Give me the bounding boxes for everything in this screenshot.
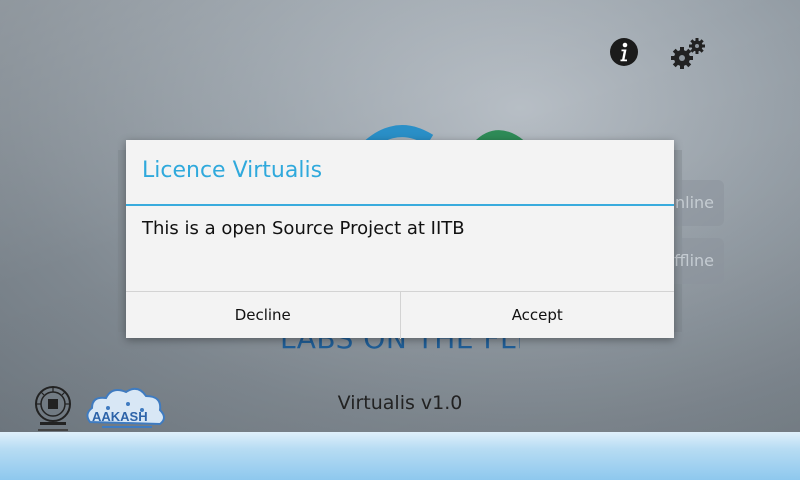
title-divider (126, 204, 674, 206)
info-icon[interactable] (608, 36, 640, 68)
accept-button[interactable]: Accept (401, 292, 675, 339)
version-label: Virtualis v1.0 (337, 392, 463, 414)
iitb-logo (35, 386, 71, 431)
licence-dialog: Licence Virtualis This is a open Source … (126, 140, 674, 339)
gear-icon[interactable] (668, 36, 708, 72)
decline-button[interactable]: Decline (126, 292, 401, 339)
bottom-band (0, 432, 800, 480)
dialog-message: This is a open Source Project at IITB (142, 218, 465, 239)
aakash-logo: AAKASH (86, 387, 165, 428)
dialog-title: Licence Virtualis (142, 158, 323, 183)
svg-text:AAKASH: AAKASH (92, 409, 148, 424)
dialog-button-bar: Decline Accept (126, 291, 674, 339)
